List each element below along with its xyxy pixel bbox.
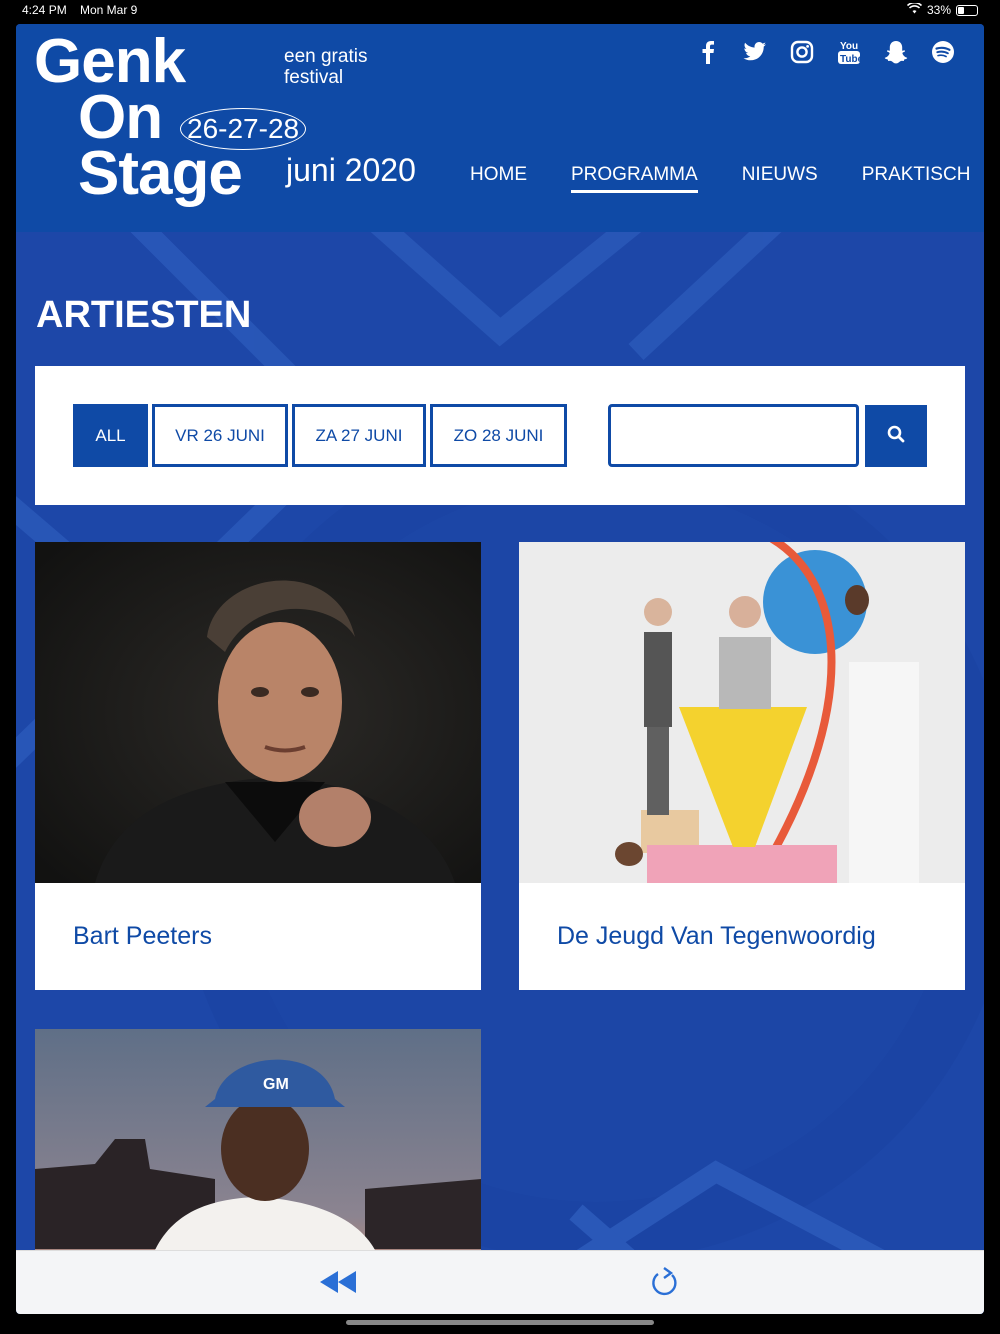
logo-line-stage: Stage (78, 139, 243, 208)
tagline-line1: een gratis (284, 46, 368, 67)
spotify-icon[interactable] (929, 38, 956, 66)
battery-icon (956, 4, 978, 16)
nav-nieuws[interactable]: NIEUWS (742, 164, 818, 193)
artist-photo (35, 542, 481, 883)
artist-photo (519, 542, 965, 883)
reload-icon[interactable] (649, 1265, 679, 1304)
instagram-icon[interactable] (788, 38, 815, 66)
filter-all-button[interactable]: ALL (73, 404, 148, 467)
nav-praktisch[interactable]: PRAKTISCH (862, 164, 971, 193)
tagline-line2: festival (284, 67, 344, 88)
nav-home[interactable]: HOME (470, 164, 527, 193)
social-links: You Tube (694, 38, 956, 66)
facebook-icon[interactable] (694, 38, 721, 66)
main-nav: HOME PROGRAMMA NIEUWS PRAKTISCH (470, 164, 970, 193)
artist-card[interactable]: Bart Peeters (35, 542, 481, 990)
filter-vr-26-juni-button[interactable]: VR 26 JUNI (152, 404, 288, 467)
filter-za-27-juni-button[interactable]: ZA 27 JUNI (292, 404, 426, 467)
svg-text:You: You (840, 41, 858, 52)
wifi-icon (906, 1, 923, 17)
status-indicators: 33% (906, 1, 978, 17)
browser-viewport: Genk On Stage een gratis festival 26-27-… (16, 24, 984, 1314)
battery-percent: 33% (926, 3, 951, 17)
filter-zo-28-juni-button[interactable]: ZO 28 JUNI (430, 404, 567, 467)
artist-card[interactable]: De Jeugd Van Tegenwoordig (519, 542, 965, 990)
status-bar: 4:24 PM Mon Mar 9 33% (0, 0, 1000, 22)
site-header: Genk On Stage een gratis festival 26-27-… (16, 24, 984, 232)
svg-text:Tube: Tube (840, 54, 861, 65)
browser-bottom-bar (16, 1250, 984, 1314)
page-title: ARTIESTEN (36, 294, 252, 336)
festival-month-year: juni 2020 (286, 152, 416, 188)
snapchat-icon[interactable] (882, 38, 909, 66)
artist-name: De Jeugd Van Tegenwoordig (557, 922, 876, 950)
search-input[interactable] (608, 404, 859, 467)
back-icon[interactable] (318, 1269, 358, 1300)
status-date: Mon Mar 9 (80, 3, 138, 17)
youtube-icon[interactable]: You Tube (835, 38, 862, 66)
search-icon (887, 425, 905, 448)
festival-dates: 26-27-28 (180, 108, 307, 150)
twitter-icon[interactable] (741, 38, 768, 66)
artist-name: Bart Peeters (73, 922, 212, 950)
search-button[interactable] (865, 405, 927, 467)
home-indicator[interactable] (346, 1320, 654, 1325)
nav-programma[interactable]: PROGRAMMA (571, 164, 698, 193)
filter-panel: ALL VR 26 JUNI ZA 27 JUNI ZO 28 JUNI (35, 366, 965, 505)
svg-text:GM: GM (263, 1076, 289, 1093)
tagline: een gratis festival (284, 46, 367, 88)
logo-line-genk: Genk (34, 27, 186, 96)
status-time: 4:24 PM (22, 3, 67, 17)
